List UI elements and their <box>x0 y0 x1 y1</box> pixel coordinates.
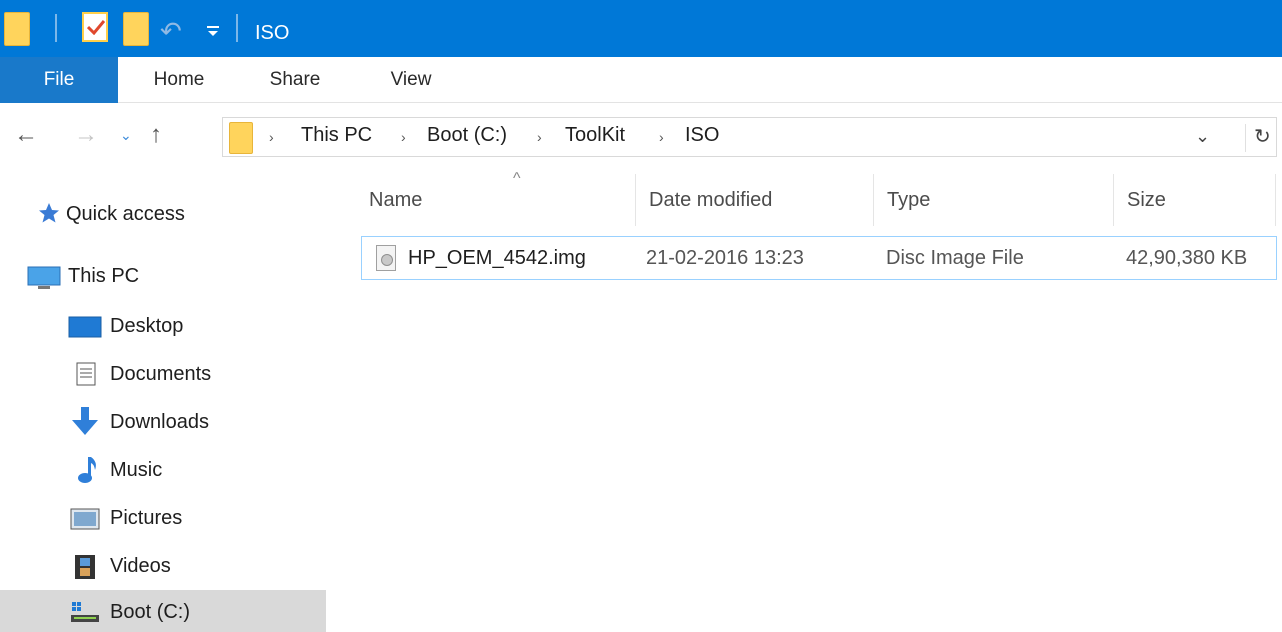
star-icon <box>38 202 60 229</box>
nav-item-this-pc[interactable]: This PC <box>0 254 326 299</box>
breadcrumb-separator[interactable]: › <box>269 129 274 145</box>
navigation-pane: Quick access This PC Desktop Documents D… <box>0 170 335 632</box>
column-divider[interactable] <box>1113 174 1114 226</box>
tab-home[interactable]: Home <box>124 57 234 103</box>
file-type: Disc Image File <box>886 247 1024 269</box>
column-header-type[interactable]: Type <box>875 170 1113 228</box>
address-bar[interactable]: › This PC › Boot (C:) › ToolKit › ISO ⌄ … <box>222 117 1277 157</box>
breadcrumb-separator[interactable]: › <box>401 129 406 145</box>
nav-label: This PC <box>68 265 140 287</box>
downloads-icon <box>70 406 100 441</box>
back-button[interactable]: ← <box>14 121 38 149</box>
table-row[interactable]: HP_OEM_4542.img 21-02-2016 13:23 Disc Im… <box>361 236 1277 280</box>
column-header-name[interactable]: ^ Name <box>363 170 635 228</box>
address-history-chevron-icon[interactable]: ⌄ <box>1195 126 1210 147</box>
folder-icon <box>4 12 30 46</box>
nav-label: Quick access <box>66 203 185 225</box>
pictures-icon <box>70 508 100 535</box>
address-row: ← → ⌄ ↑ › This PC › Boot (C:) › ToolKit … <box>0 113 1282 159</box>
column-label: Date modified <box>649 189 773 211</box>
computer-icon <box>26 266 62 295</box>
column-divider[interactable] <box>635 174 636 226</box>
breadcrumb-this-pc[interactable]: This PC <box>301 124 372 147</box>
nav-label: Downloads <box>110 411 209 433</box>
videos-icon <box>74 554 96 585</box>
nav-item-music[interactable]: Music <box>0 448 326 493</box>
file-date-modified: 21-02-2016 13:23 <box>646 247 804 269</box>
properties-icon[interactable] <box>82 12 108 42</box>
recent-locations-chevron-icon[interactable]: ⌄ <box>120 127 132 144</box>
ribbon-tabs: File Home Share View <box>0 57 1282 103</box>
column-divider[interactable] <box>1275 174 1276 226</box>
folder-icon <box>229 122 253 154</box>
desktop-icon <box>68 316 102 343</box>
nav-label: Music <box>110 459 163 481</box>
breadcrumb-separator[interactable]: › <box>659 129 664 145</box>
window-title: ISO <box>255 22 290 44</box>
column-label: Size <box>1127 189 1166 211</box>
toolbar-separator <box>55 14 57 42</box>
nav-item-downloads[interactable]: Downloads <box>0 400 326 445</box>
toolbar-separator <box>236 14 238 42</box>
disc-image-file-icon <box>376 245 396 271</box>
documents-icon <box>76 362 96 391</box>
customize-quick-access-icon[interactable] <box>206 24 220 38</box>
forward-button[interactable]: → <box>74 121 98 149</box>
nav-item-documents[interactable]: Documents <box>0 352 326 397</box>
file-list: ^ Name Date modified Type Size HP_OEM_45… <box>335 170 1282 632</box>
nav-item-desktop[interactable]: Desktop <box>0 304 326 349</box>
up-button[interactable]: ↑ <box>150 121 162 149</box>
title-bar: ↶ ISO <box>0 0 1282 57</box>
breadcrumb-toolkit[interactable]: ToolKit <box>565 124 625 147</box>
column-header-size[interactable]: Size <box>1115 170 1275 228</box>
tab-view[interactable]: View <box>356 57 466 103</box>
tab-share[interactable]: Share <box>240 57 350 103</box>
nav-label: Desktop <box>110 315 184 337</box>
column-label: Name <box>369 189 423 211</box>
breadcrumb-boot-c[interactable]: Boot (C:) <box>427 124 507 147</box>
column-header-date-modified[interactable]: Date modified <box>637 170 873 228</box>
nav-label: Pictures <box>110 507 183 529</box>
breadcrumb-iso[interactable]: ISO <box>685 124 719 147</box>
undo-icon[interactable]: ↶ <box>160 18 182 44</box>
music-icon <box>76 456 100 489</box>
nav-label: Documents <box>110 363 212 385</box>
nav-item-boot-c[interactable]: Boot (C:) <box>0 590 326 632</box>
drive-icon <box>70 600 100 629</box>
nav-label: Boot (C:) <box>110 601 191 623</box>
sort-ascending-icon: ^ <box>513 170 521 187</box>
nav-item-pictures[interactable]: Pictures <box>0 496 326 541</box>
nav-item-quick-access[interactable]: Quick access <box>0 192 326 237</box>
refresh-icon[interactable]: ↻ <box>1245 124 1271 152</box>
breadcrumb-separator[interactable]: › <box>537 129 542 145</box>
tab-file[interactable]: File <box>0 57 118 103</box>
nav-item-videos[interactable]: Videos <box>0 544 326 589</box>
nav-label: Videos <box>110 555 171 577</box>
column-label: Type <box>887 189 931 211</box>
file-name: HP_OEM_4542.img <box>408 247 586 269</box>
new-folder-icon[interactable] <box>123 12 149 46</box>
column-divider[interactable] <box>873 174 874 226</box>
file-size: 42,90,380 KB <box>1126 247 1248 269</box>
